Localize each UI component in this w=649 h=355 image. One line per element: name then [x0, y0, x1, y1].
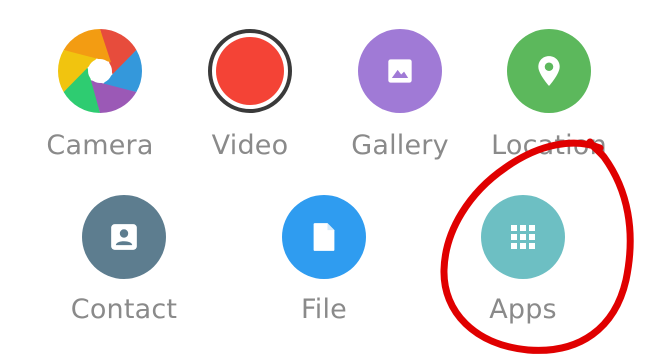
camera-aperture-icon	[58, 29, 142, 113]
file-label: File	[301, 294, 347, 325]
document-icon	[313, 223, 335, 251]
contact-circle	[82, 195, 166, 279]
location-circle	[507, 29, 591, 113]
gallery-circle	[358, 29, 442, 113]
apps-circle	[481, 195, 565, 279]
aperture-center	[88, 59, 112, 83]
contact-label: Contact	[70, 294, 178, 325]
person-icon	[111, 224, 137, 250]
record-icon	[208, 29, 292, 113]
image-icon	[388, 59, 412, 83]
location-label: Location	[491, 130, 607, 161]
video-label: Video	[211, 130, 289, 161]
apps-label: Apps	[489, 294, 557, 325]
camera-label: Camera	[46, 130, 154, 161]
record-dot	[216, 37, 284, 105]
gallery-label: Gallery	[351, 130, 449, 161]
grid-icon	[511, 225, 535, 249]
file-circle	[282, 195, 366, 279]
map-pin-icon	[538, 56, 560, 86]
